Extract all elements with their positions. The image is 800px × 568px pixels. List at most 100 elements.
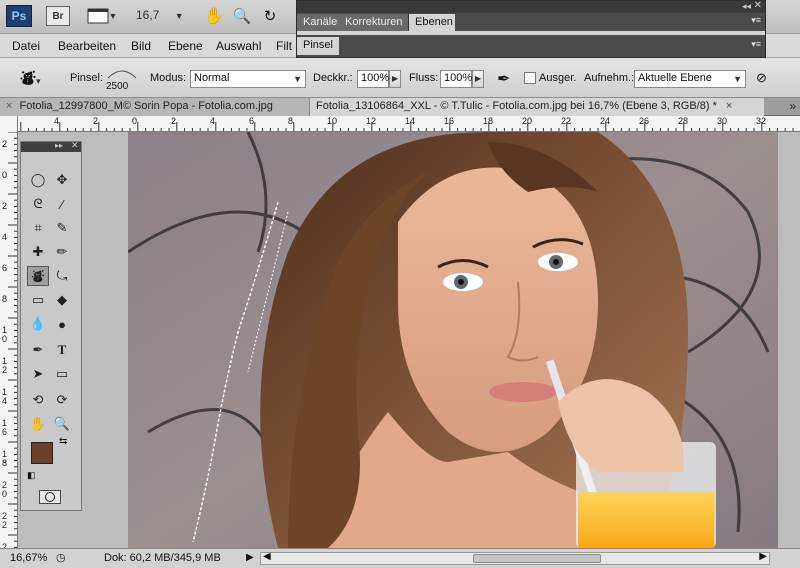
type-icon: T [57, 342, 67, 357]
document-image[interactable] [128, 132, 778, 548]
tab-ebenen[interactable]: Ebenen [409, 14, 455, 31]
chevron-down-icon: ▾ [36, 76, 41, 86]
tab-korrekturen[interactable]: Korrekturen [339, 14, 410, 31]
bridge-button[interactable]: Br [46, 6, 70, 26]
status-menu-arrow[interactable]: ▶ [246, 552, 254, 563]
pen-icon: ✒ [32, 342, 44, 357]
horizontal-scrollbar[interactable]: ◀ ▶ [260, 551, 770, 565]
mode-select[interactable]: Normal ▼ [190, 70, 306, 88]
collapse-icon[interactable]: ◂◂ [742, 1, 751, 12]
lasso-icon: ᘓ [33, 196, 43, 211]
zoom-tool-button[interactable]: 🔍 [230, 5, 254, 27]
eraser-tool[interactable]: ▭ [27, 290, 49, 310]
photoshop-logo[interactable]: Ps [6, 5, 32, 27]
quick-mask-button[interactable] [39, 490, 61, 504]
document-canvas[interactable] [18, 132, 800, 548]
menu-filter[interactable]: Filt [276, 39, 292, 53]
shape-tool[interactable]: ▭ [51, 364, 73, 384]
ruler-label: 20 [522, 116, 533, 126]
crop-tool[interactable]: ⌗ [27, 218, 49, 238]
dodge-tool[interactable]: ● [51, 314, 73, 334]
scrollbar-thumb[interactable] [473, 554, 601, 563]
brush-tool[interactable]: ✏ [51, 242, 73, 262]
tab-overflow-button[interactable]: » [789, 99, 796, 113]
history-brush-tool[interactable]: ⤿ [51, 266, 73, 286]
status-info-icon[interactable]: ◷ [56, 551, 66, 564]
eyedropper-tool[interactable]: ✎ [51, 218, 73, 238]
hand-icon: ✋ [29, 416, 47, 431]
opacity-slider-toggle[interactable]: ▶ [389, 70, 401, 88]
ruler-label: 8 [2, 294, 8, 304]
menu-datei[interactable]: Datei [12, 39, 40, 53]
paint-bucket-tool[interactable]: ◆ [51, 290, 73, 310]
ruler-label: 0 [132, 116, 138, 126]
move-tool[interactable]: ✥ [51, 170, 73, 190]
foreground-color-swatch[interactable] [31, 442, 53, 464]
rotate-view-button[interactable]: ↻ [258, 5, 282, 27]
clone-stamp-tool[interactable]: ⛇ [27, 266, 49, 286]
menu-auswahl[interactable]: Auswahl [216, 39, 261, 53]
zoom-level-select[interactable]: 16,7 ▼ [136, 8, 184, 22]
flow-slider-toggle[interactable]: ▶ [472, 70, 484, 88]
document-tab-1[interactable]: × Fotolia_12997800_M© Sorin Popa - Fotol… [0, 98, 310, 116]
lasso-tool[interactable]: ᘓ [27, 194, 49, 214]
hand-tool[interactable]: ✋ [27, 414, 49, 434]
ignore-adjustment-icon: ⊘ [756, 70, 767, 85]
ruler-label: 6 [2, 263, 8, 273]
3d-orbit-tool[interactable]: ⟳ [51, 390, 73, 410]
scroll-right-arrow[interactable]: ▶ [759, 551, 767, 562]
tab-pinsel[interactable]: Pinsel [297, 37, 339, 55]
mode-label: Modus: [150, 72, 187, 84]
brush-icon: ✏ [56, 244, 68, 259]
path-selection-tool[interactable]: ➤ [27, 364, 49, 384]
sample-select[interactable]: Aktuelle Ebene ▼ [634, 70, 746, 88]
ruler-horizontal[interactable]: 4 2 0 2 4 6 8 10 12 14 16 18 20 22 24 26 28 30 32 [18, 116, 800, 132]
ruler-vertical[interactable]: 2024681 01 21 41 61 82 02 22 4 [0, 116, 18, 548]
pen-tool[interactable]: ✒ [27, 340, 49, 360]
scroll-left-arrow[interactable]: ◀ [263, 551, 271, 562]
ruler-label: 2 [171, 116, 177, 126]
flow-input[interactable]: 100% [440, 70, 472, 88]
status-zoom[interactable]: 16,67% [10, 552, 47, 564]
panel-title-bar[interactable]: ◂◂ ✕ [297, 0, 765, 13]
panel-menu-icon[interactable]: ▾≡ [751, 39, 761, 50]
tab-kanaele[interactable]: Kanäle [297, 14, 345, 31]
toolbox-title-bar[interactable]: ▸▸ ✕ [21, 140, 81, 152]
zoom-tool[interactable]: 🔍 [51, 414, 73, 434]
tab-close-icon[interactable]: × [726, 100, 732, 112]
default-colors-icon[interactable]: ◧ [27, 470, 36, 481]
type-tool[interactable]: T [51, 340, 73, 360]
blur-tool[interactable]: 💧 [27, 314, 49, 334]
flow-label: Fluss: [409, 72, 439, 84]
document-tab-2[interactable]: Fotolia_13106864_XXL - © T.Tulic - Fotol… [310, 98, 764, 116]
close-icon[interactable]: ✕ [71, 140, 79, 151]
3d-rotate-tool[interactable]: ⟲ [27, 390, 49, 410]
3d-orbit-icon: ⟳ [56, 392, 68, 407]
airbrush-button[interactable]: ✒ [497, 69, 510, 89]
document-tab-label: Fotolia_13106864_XXL - © T.Tulic - Fotol… [316, 100, 717, 112]
ignore-adjustment-layers-button[interactable]: ⊘ [756, 70, 767, 86]
expand-icon[interactable]: ▸▸ [55, 141, 63, 150]
tab-close-icon[interactable]: × [6, 100, 12, 112]
close-icon[interactable]: ✕ [754, 0, 762, 11]
chevron-down-icon: ▼ [733, 74, 742, 84]
healing-brush-tool[interactable]: ✚ [27, 242, 49, 262]
brush-size-picker[interactable]: 2500 [104, 64, 140, 94]
swap-colors-icon[interactable]: ⇆ [59, 436, 67, 447]
menu-ebene[interactable]: Ebene [168, 39, 203, 53]
rotate-view-icon: ↻ [263, 8, 277, 25]
menu-bearbeiten[interactable]: Bearbeiten [58, 39, 116, 53]
screen-mode-button[interactable]: ▼ [84, 5, 120, 27]
clone-stamp-preset-picker[interactable]: ⛇▾ [20, 67, 46, 89]
marquee-tool[interactable]: ◯ [27, 170, 49, 190]
menu-bild[interactable]: Bild [131, 39, 151, 53]
ruler-label: 6 [249, 116, 255, 126]
panel-menu-icon[interactable]: ▾≡ [751, 15, 761, 26]
brush-size-value: 2500 [106, 81, 129, 92]
zoom-icon: 🔍 [232, 8, 252, 25]
magic-wand-tool[interactable]: ⁄ [51, 194, 73, 214]
move-icon: ✥ [56, 172, 68, 187]
hand-tool-button[interactable]: ✋ [202, 5, 226, 27]
opacity-input[interactable]: 100% [357, 70, 389, 88]
aligned-checkbox[interactable] [524, 72, 536, 84]
